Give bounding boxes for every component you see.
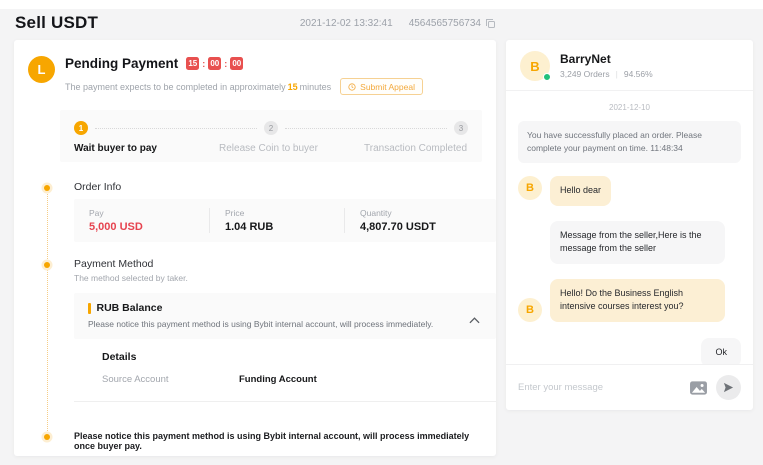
message-bubble: Hello dear <box>550 176 611 206</box>
chat-date-divider: 2021-12-10 <box>518 103 741 112</box>
timeline-bullet <box>44 262 50 268</box>
details-title: Details <box>102 351 482 363</box>
accent-bar <box>88 303 91 314</box>
header-meta: 2021-12-02 13:32:41 4564565756734 <box>300 18 496 29</box>
step-circle-3: 3 <box>454 121 468 135</box>
quantity-label: Quantity <box>360 208 496 218</box>
chat-message-input[interactable] <box>518 382 681 393</box>
order-progress-stepper: 1 2 3 Wait buyer to pay Release Coin to … <box>60 110 482 162</box>
attach-image-icon[interactable] <box>689 380 708 396</box>
order-detail-card: L Pending Payment 15 : 00 : 00 The payme… <box>14 40 496 456</box>
chevron-up-icon[interactable] <box>469 311 480 329</box>
online-status-dot <box>543 73 551 81</box>
seller-orders-count: 3,249 Orders <box>560 69 610 79</box>
timer-hours: 15 <box>186 57 199 70</box>
order-info-pay: Pay 5,000 USD <box>74 208 209 233</box>
chat-message-buyer: Ok <box>518 338 741 364</box>
order-id-wrap: 4564565756734 <box>409 18 496 29</box>
submit-appeal-button[interactable]: Submit Appeal <box>340 78 423 95</box>
timer-seconds: 00 <box>230 57 243 70</box>
copy-icon[interactable] <box>485 18 496 29</box>
subtitle-suffix: minutes <box>300 82 332 92</box>
step-label-wait-buyer: Wait buyer to pay <box>74 143 219 154</box>
method-name: RUB Balance <box>97 302 163 314</box>
chat-message-seller: B Hello dear <box>518 176 741 206</box>
order-id: 4564565756734 <box>409 18 481 29</box>
message-bubble: Ok <box>701 338 741 364</box>
stat-separator: | <box>616 69 618 79</box>
page-header: Sell USDT 2021-12-02 13:32:41 4564565756… <box>15 13 496 33</box>
step-label-transaction-completed: Transaction Completed <box>364 143 468 154</box>
countdown-timer: 15 : 00 : 00 <box>186 57 243 70</box>
status-avatar: L <box>28 56 55 83</box>
seller-stats: 3,249 Orders | 94.56% <box>560 69 653 79</box>
system-message: You have successfully placed an order. P… <box>518 121 741 163</box>
timer-minutes: 00 <box>208 57 221 70</box>
status-subtitle: The payment expects to be completed in a… <box>65 78 423 95</box>
subtitle-minutes: 15 <box>286 82 300 92</box>
status-title: Pending Payment <box>65 56 178 71</box>
step-connector <box>95 128 257 129</box>
chat-input-bar <box>506 364 753 410</box>
payment-method-subtitle: The method selected by taker. <box>74 273 188 283</box>
payment-method-panel: RUB Balance Please notice this payment m… <box>74 293 496 402</box>
chat-message-auto: Message from the seller,Here is the mess… <box>550 221 741 264</box>
detail-row-source-account: Source Account Funding Account <box>102 374 482 385</box>
chat-message-seller: B Hello! Do the Business English intensi… <box>518 279 741 322</box>
source-account-label: Source Account <box>102 374 239 385</box>
page-title: Sell USDT <box>15 13 98 33</box>
timer-colon: : <box>224 59 227 69</box>
order-info-title: Order Info <box>74 181 121 193</box>
seller-name: BarryNet <box>560 52 653 66</box>
timer-colon: : <box>202 59 205 69</box>
payment-method-details: Details Source Account Funding Account <box>74 339 496 402</box>
footer-notice: Please notice this payment method is usi… <box>74 431 492 451</box>
chat-header: B BarryNet 3,249 Orders | 94.56% <box>506 40 753 91</box>
timeline-rail <box>47 192 48 435</box>
send-message-button[interactable] <box>716 375 741 400</box>
pay-label: Pay <box>89 208 209 218</box>
subtitle-prefix: The payment expects to be completed in a… <box>65 82 286 92</box>
message-avatar: B <box>518 298 542 322</box>
chat-message-list: 2021-12-10 You have successfully placed … <box>506 91 753 364</box>
order-info-card: Pay 5,000 USD Price 1.04 RUB Quantity 4,… <box>74 199 496 242</box>
step-label-release-coin: Release Coin to buyer <box>219 143 364 154</box>
method-note: Please notice this payment method is usi… <box>88 319 482 329</box>
payment-method-header[interactable]: RUB Balance Please notice this payment m… <box>74 293 496 339</box>
source-account-value: Funding Account <box>239 374 317 385</box>
message-avatar: B <box>518 176 542 200</box>
pending-payment-section: L Pending Payment 15 : 00 : 00 The payme… <box>28 56 423 95</box>
message-bubble: Hello! Do the Business English intensive… <box>550 279 725 322</box>
order-info-price: Price 1.04 RUB <box>209 208 344 233</box>
seller-completion-rate: 94.56% <box>624 69 653 79</box>
submit-appeal-label: Submit Appeal <box>360 82 415 92</box>
seller-avatar: B <box>520 51 550 81</box>
step-circle-2: 2 <box>264 121 278 135</box>
quantity-value: 4,807.70 USDT <box>360 221 496 233</box>
message-bubble: Message from the seller,Here is the mess… <box>550 221 725 264</box>
clock-icon <box>348 83 356 91</box>
chat-panel: B BarryNet 3,249 Orders | 94.56% 2021-12… <box>506 40 753 410</box>
price-value: 1.04 RUB <box>225 221 344 233</box>
step-circle-1: 1 <box>74 121 88 135</box>
step-connector <box>285 128 447 129</box>
timeline-bullet <box>44 185 50 191</box>
top-strip <box>0 0 763 9</box>
payment-method-title: Payment Method <box>74 258 153 270</box>
pay-value: 5,000 USD <box>89 221 209 233</box>
price-label: Price <box>225 208 344 218</box>
order-info-quantity: Quantity 4,807.70 USDT <box>344 208 496 233</box>
timeline-bullet <box>44 434 50 440</box>
order-timestamp: 2021-12-02 13:32:41 <box>300 18 393 29</box>
